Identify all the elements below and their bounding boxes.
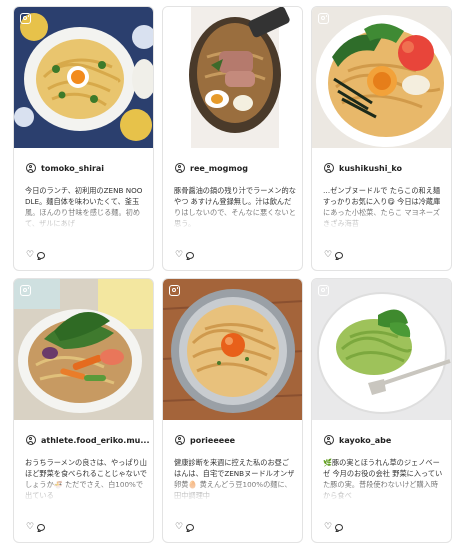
post-caption: 豚骨醤油の鍋の残り汁でラーメン的なやつ あすけん登録無し。汁は飲んだりはしないの… — [174, 186, 296, 229]
post-actions: ♡ — [175, 523, 195, 532]
post-card[interactable]: kushikushi_ko …ゼンブヌードルで たらこの和え麺 すっかりお気に入… — [311, 6, 452, 271]
post-author[interactable]: athlete.food_eriko.mu... — [26, 433, 149, 447]
post-caption: 健康診断を来週に控えた私のお昼ごはんは、自宅でZENBヌードルオンザ卵黄🥚 黄え… — [174, 458, 296, 501]
post-caption: …ゼンブヌードルで たらこの和え麺 すっかりお気に入り😋 今日は冷蔵庫にあった小… — [323, 185, 445, 229]
heart-icon[interactable]: ♡ — [324, 523, 332, 532]
user-icon — [26, 163, 36, 173]
instagram-icon — [318, 285, 329, 296]
post-image-noodles-with-yolk[interactable] — [163, 279, 302, 420]
post-actions: ♡ — [324, 251, 344, 260]
user-icon — [324, 163, 334, 173]
comment-icon[interactable] — [335, 524, 344, 531]
heart-icon[interactable]: ♡ — [26, 251, 34, 260]
post-card[interactable]: kayoko_abe 🌿豚の実とほうれん草のジェノベーゼ 今月のお役の会社 野菜… — [311, 278, 452, 543]
user-icon — [26, 435, 36, 445]
comment-icon[interactable] — [335, 252, 344, 259]
post-card[interactable]: ree_mogmog 豚骨醤油の鍋の残り汁でラーメン的なやつ あすけん登録無し。… — [162, 6, 303, 271]
post-actions: ♡ — [26, 523, 46, 532]
heart-icon[interactable]: ♡ — [175, 523, 183, 532]
post-image-tarako-noodles[interactable] — [312, 7, 451, 148]
post-card[interactable]: tomoko_shirai 今日のランチ、初利用のZENB NOODLE。麺自体… — [13, 6, 154, 271]
instagram-icon — [20, 285, 31, 296]
post-actions: ♡ — [175, 251, 195, 260]
post-image-genovese-pasta[interactable] — [312, 279, 451, 420]
post-image-pasta-with-egg[interactable] — [14, 7, 153, 148]
user-icon — [175, 163, 185, 173]
post-author[interactable]: porieeeee — [175, 433, 235, 447]
username[interactable]: tomoko_shirai — [41, 164, 104, 173]
username[interactable]: porieeeee — [190, 436, 235, 445]
instagram-icon — [169, 13, 180, 24]
post-card[interactable]: porieeeee 健康診断を来週に控えた私のお昼ごはんは、自宅でZENBヌード… — [162, 278, 303, 543]
post-caption: 今日のランチ、初利用のZENB NOODLE。麺自体を味わいたくて、釜玉風。ほん… — [25, 185, 147, 229]
comment-icon[interactable] — [37, 524, 46, 531]
comment-icon[interactable] — [186, 524, 195, 531]
post-card[interactable]: athlete.food_eriko.mu... おうちラーメンの良さは、やっぱ… — [13, 278, 154, 543]
heart-icon[interactable]: ♡ — [324, 251, 332, 260]
post-caption: おうちラーメンの良さは、やっぱり山ほど野菜を食べられることじゃないでしょうか🍜 … — [25, 458, 147, 501]
post-image-vegetable-ramen[interactable] — [14, 279, 153, 420]
post-image-ramen-in-pot[interactable] — [163, 7, 302, 148]
username[interactable]: athlete.food_eriko.mu... — [41, 436, 149, 445]
heart-icon[interactable]: ♡ — [26, 523, 34, 532]
username[interactable]: kushikushi_ko — [339, 164, 402, 173]
post-actions: ♡ — [324, 523, 344, 532]
post-caption: 🌿豚の実とほうれん草のジェノベーゼ 今月のお役の会社 野菜に入っていた豚の実。普… — [323, 457, 445, 501]
post-author[interactable]: ree_mogmog — [175, 161, 248, 175]
post-author[interactable]: kayoko_abe — [324, 433, 391, 447]
post-actions: ♡ — [26, 251, 46, 260]
comment-icon[interactable] — [186, 252, 195, 259]
post-author[interactable]: kushikushi_ko — [324, 161, 402, 175]
user-icon — [324, 435, 334, 445]
instagram-icon — [169, 285, 180, 296]
post-author[interactable]: tomoko_shirai — [26, 161, 104, 175]
heart-icon[interactable]: ♡ — [175, 251, 183, 260]
instagram-icon — [20, 13, 31, 24]
username[interactable]: kayoko_abe — [339, 436, 391, 445]
comment-icon[interactable] — [37, 252, 46, 259]
user-icon — [175, 435, 185, 445]
username[interactable]: ree_mogmog — [190, 164, 248, 173]
instagram-icon — [318, 13, 329, 24]
